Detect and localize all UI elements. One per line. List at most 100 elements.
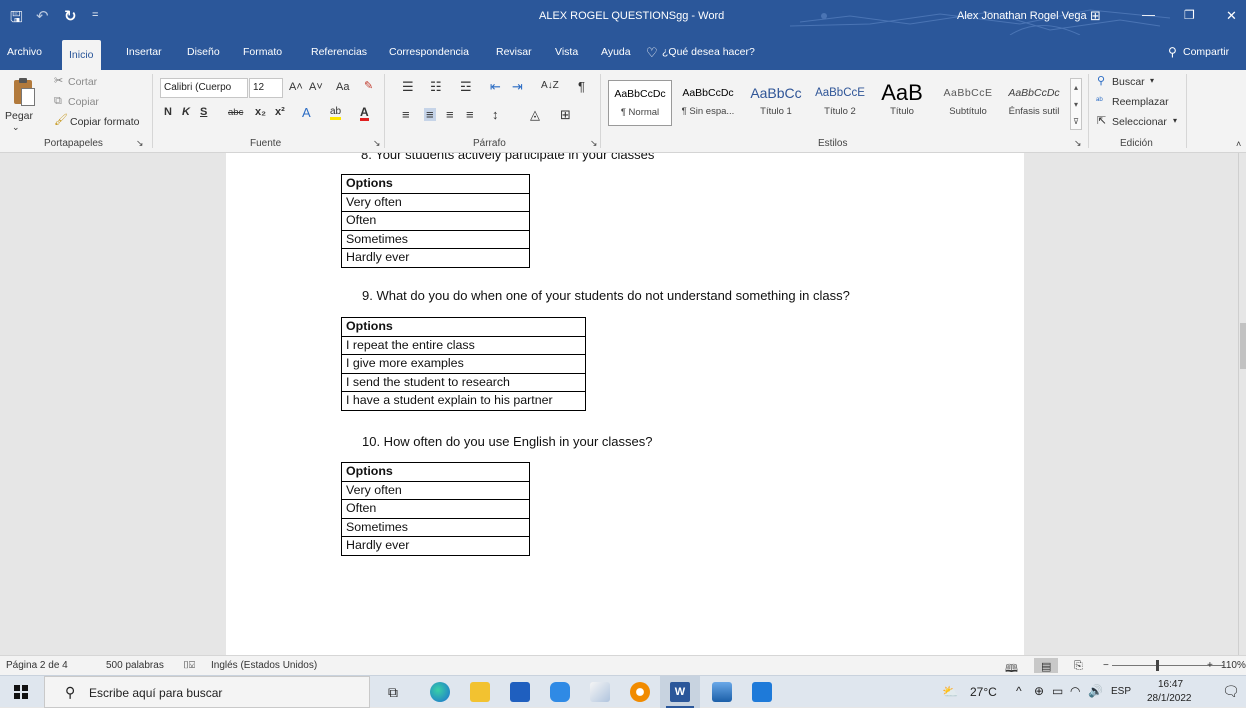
subscript-button[interactable]: x₂: [255, 107, 266, 118]
bullets-icon[interactable]: ☰: [402, 80, 414, 93]
video-editor-icon[interactable]: [752, 682, 772, 702]
file-explorer-icon[interactable]: [470, 682, 490, 702]
tab-diseno[interactable]: Diseño: [187, 35, 220, 70]
redo-icon[interactable]: ↻: [64, 7, 77, 25]
tab-vista[interactable]: Vista: [555, 35, 578, 70]
temperature[interactable]: 27°C: [970, 685, 997, 699]
style-sin-espaciado[interactable]: AaBbCcDc ¶ Sin espa...: [676, 80, 740, 126]
zoom-level[interactable]: 110%: [1221, 660, 1246, 671]
text-effects-icon[interactable]: A: [302, 106, 311, 119]
paste-dropdown-icon[interactable]: ⌄: [12, 122, 20, 133]
wifi-icon[interactable]: ◠: [1070, 684, 1080, 698]
zoom-out-icon[interactable]: −: [1103, 660, 1109, 671]
mail-icon[interactable]: [510, 682, 530, 702]
tab-correspondencia[interactable]: Correspondencia: [389, 35, 469, 70]
save-icon[interactable]: 🖫: [10, 7, 23, 32]
language-status[interactable]: Inglés (Estados Unidos): [211, 660, 317, 671]
tab-ayuda[interactable]: Ayuda: [601, 35, 631, 70]
clock-date[interactable]: 28/1/2022: [1147, 693, 1192, 704]
options-table-q9[interactable]: Options I repeat the entire class I give…: [341, 317, 586, 411]
collapse-ribbon-icon[interactable]: ˄: [1236, 140, 1241, 149]
input-language[interactable]: ESP: [1111, 686, 1131, 697]
vertical-scrollbar[interactable]: [1238, 153, 1246, 655]
format-painter-button[interactable]: Copiar formato: [70, 116, 139, 128]
zoom-in-icon[interactable]: +: [1207, 660, 1213, 671]
styles-launcher-icon[interactable]: ↘: [1074, 138, 1082, 149]
user-name[interactable]: Alex Jonathan Rogel Vega: [957, 10, 1087, 22]
select-dropdown-icon[interactable]: ▾: [1173, 116, 1177, 125]
word-count[interactable]: 500 palabras: [106, 660, 164, 671]
align-center-icon[interactable]: ≡: [424, 108, 436, 121]
edge-icon[interactable]: [430, 682, 450, 702]
battery-icon[interactable]: ▭: [1052, 684, 1063, 698]
restore-button[interactable]: ❐: [1184, 8, 1195, 22]
change-case-icon[interactable]: Aa: [336, 82, 349, 93]
font-color-icon[interactable]: A: [360, 106, 369, 121]
options-table-q10[interactable]: Options Very often Often Sometimes Hardl…: [341, 462, 530, 556]
style-enfasis-sutil[interactable]: AaBbCcDc Énfasis sutil: [1002, 80, 1066, 126]
grow-font-icon[interactable]: A˄: [289, 82, 303, 93]
find-button[interactable]: Buscar: [1112, 76, 1145, 88]
justify-icon[interactable]: ≡: [466, 108, 474, 121]
highlight-color-icon[interactable]: ab: [330, 107, 342, 120]
weather-icon[interactable]: ⛅: [942, 684, 958, 700]
style-subtitulo[interactable]: AaBbCcE Subtítulo: [936, 80, 1000, 126]
minimize-button[interactable]: —: [1142, 7, 1155, 22]
close-button[interactable]: ✕: [1226, 8, 1237, 24]
tell-me-box[interactable]: ¿Qué desea hacer?: [662, 35, 755, 70]
multilevel-list-icon[interactable]: ☲: [460, 80, 472, 93]
undo-icon[interactable]: ↶: [36, 7, 49, 25]
copy-button[interactable]: Copiar: [68, 96, 99, 108]
clipboard-launcher-icon[interactable]: ↘: [136, 138, 144, 149]
meet-icon[interactable]: ⊕: [1034, 684, 1044, 698]
scrollbar-thumb[interactable]: [1240, 323, 1246, 369]
page-count[interactable]: Página 2 de 4: [6, 660, 68, 671]
font-launcher-icon[interactable]: ↘: [373, 138, 381, 149]
increase-indent-icon[interactable]: ⇥: [512, 80, 523, 93]
select-button[interactable]: Seleccionar: [1112, 116, 1167, 128]
tab-formato[interactable]: Formato: [243, 35, 282, 70]
strikethrough-button[interactable]: abc: [228, 108, 243, 118]
web-layout-icon[interactable]: ⎘: [1074, 660, 1083, 673]
customize-quick-access-icon[interactable]: =: [92, 9, 98, 21]
tab-referencias[interactable]: Referencias: [311, 35, 367, 70]
browser-icon[interactable]: [630, 682, 650, 702]
decrease-indent-icon[interactable]: ⇤: [490, 80, 501, 93]
underline-button[interactable]: S: [200, 107, 207, 118]
document-page[interactable]: 8. Your students actively participate in…: [226, 153, 1024, 655]
italic-button[interactable]: K: [182, 107, 190, 118]
align-left-icon[interactable]: ≡: [402, 108, 410, 121]
font-name-box[interactable]: Calibri (Cuerpo: [160, 78, 248, 98]
chevron-up-icon[interactable]: ^: [1016, 684, 1022, 698]
borders-icon[interactable]: ⊞: [560, 108, 571, 121]
bold-button[interactable]: N: [164, 107, 172, 118]
tab-inicio[interactable]: Inicio: [62, 40, 101, 70]
zoom-slider-thumb[interactable]: [1156, 660, 1159, 671]
paint-icon[interactable]: [590, 682, 610, 702]
windows-start-icon[interactable]: [14, 685, 28, 699]
replace-button[interactable]: Reemplazar: [1112, 96, 1169, 108]
tab-revisar[interactable]: Revisar: [496, 35, 532, 70]
clear-formatting-icon[interactable]: ✎: [364, 81, 373, 92]
font-size-box[interactable]: 12: [249, 78, 283, 98]
style-titulo[interactable]: AaB Título: [870, 80, 934, 126]
style-titulo-2[interactable]: AaBbCcE Título 2: [808, 80, 872, 126]
style-normal[interactable]: AaBbCcDc ¶ Normal: [608, 80, 672, 126]
align-right-icon[interactable]: ≡: [446, 108, 454, 121]
zoom-meeting-icon[interactable]: [550, 682, 570, 702]
show-marks-icon[interactable]: ¶: [578, 80, 585, 93]
cut-button[interactable]: Cortar: [68, 76, 97, 88]
paste-icon[interactable]: [8, 78, 38, 108]
notifications-icon[interactable]: 🗨: [1222, 683, 1240, 700]
taskbar-search-box[interactable]: ⚲ Escribe aquí para buscar: [44, 676, 370, 708]
find-dropdown-icon[interactable]: ▾: [1150, 76, 1154, 85]
word-taskbar-active[interactable]: W: [660, 676, 700, 708]
ribbon-display-options-icon[interactable]: ⊞: [1090, 8, 1101, 24]
shrink-font-icon[interactable]: A˅: [309, 82, 323, 93]
sort-icon[interactable]: A↓Z: [541, 81, 559, 91]
clock-time[interactable]: 16:47: [1158, 679, 1183, 690]
options-table-q8[interactable]: Options Very often Often Sometimes Hardl…: [341, 174, 530, 268]
styles-gallery-scroll[interactable]: ▴ ▾ ⊽: [1070, 78, 1082, 130]
shading-icon[interactable]: ◬: [530, 108, 540, 121]
paragraph-launcher-icon[interactable]: ↘: [590, 138, 598, 149]
